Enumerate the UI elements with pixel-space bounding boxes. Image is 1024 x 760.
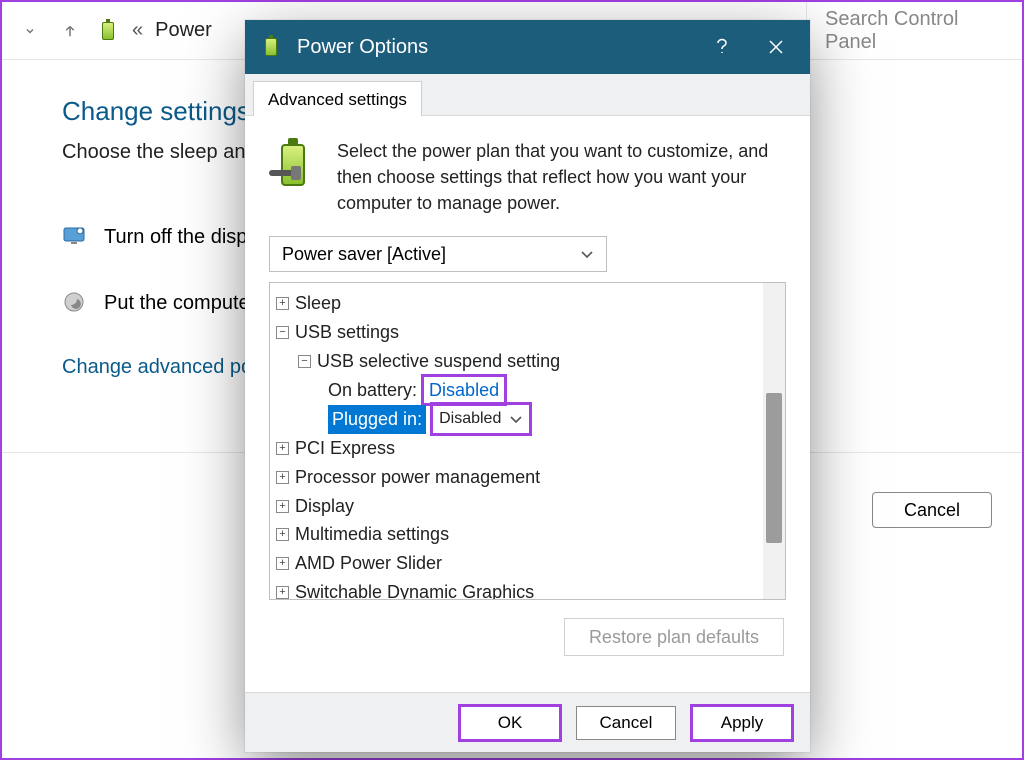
plugged-in-value: Disabled [439, 406, 501, 432]
tree-node-on-battery[interactable]: On battery: Disabled [276, 376, 781, 405]
dialog-intro-text: Select the power plan that you want to c… [337, 138, 786, 216]
nav-back-button[interactable] [16, 17, 44, 45]
dialog-tabbar: Advanced settings [245, 74, 810, 116]
scrollbar-thumb[interactable] [766, 393, 782, 543]
breadcrumb-separator: « [132, 19, 143, 42]
ok-button[interactable]: OK [460, 706, 560, 740]
settings-tree: +Sleep −USB settings −USB selective susp… [269, 282, 786, 600]
power-plan-value: Power saver [Active] [282, 244, 446, 265]
tree-node-switchable-graphics[interactable]: +Switchable Dynamic Graphics [276, 578, 781, 600]
battery-icon [259, 35, 283, 59]
chevron-down-icon [509, 412, 523, 426]
search-input[interactable]: Search Control Panel [806, 2, 1022, 60]
monitor-icon [62, 224, 88, 250]
plugged-in-label: Plugged in: [328, 405, 426, 434]
plugged-in-dropdown[interactable]: Disabled [432, 404, 530, 434]
dialog-content: Select the power plan that you want to c… [245, 116, 810, 656]
tree-node-pci[interactable]: +PCI Express [276, 434, 781, 463]
breadcrumb[interactable]: Power [155, 19, 212, 42]
row-label: Put the computer [104, 292, 256, 315]
tab-advanced-settings[interactable]: Advanced settings [253, 81, 422, 116]
battery-plug-icon [269, 138, 317, 194]
cancel-button[interactable]: Cancel [576, 706, 676, 740]
tree-node-usb-sss[interactable]: −USB selective suspend setting [276, 347, 781, 376]
tree-node-sleep[interactable]: +Sleep [276, 289, 781, 318]
power-plan-select[interactable]: Power saver [Active] [269, 236, 607, 272]
help-button[interactable] [702, 20, 742, 74]
dialog-footer: OK Cancel Apply [245, 692, 810, 752]
apply-button[interactable]: Apply [692, 706, 792, 740]
tree-node-plugged-in[interactable]: Plugged in: Disabled [276, 404, 781, 434]
restore-defaults-button[interactable]: Restore plan defaults [564, 618, 784, 656]
tree-node-usb[interactable]: −USB settings [276, 318, 781, 347]
tree-node-display[interactable]: +Display [276, 492, 781, 521]
nav-up-button[interactable] [56, 17, 84, 45]
power-options-dialog: Power Options Advanced settings Select t… [245, 20, 810, 752]
on-battery-value[interactable]: Disabled [423, 376, 505, 405]
close-button[interactable] [756, 20, 796, 74]
dialog-title: Power Options [297, 36, 688, 59]
row-label: Turn off the displa [104, 226, 263, 249]
cp-cancel-button[interactable]: Cancel [872, 492, 992, 528]
battery-icon [96, 19, 120, 43]
chevron-down-icon [580, 247, 594, 261]
tree-node-processor[interactable]: +Processor power management [276, 463, 781, 492]
tree-scrollbar[interactable] [763, 283, 785, 599]
tree-node-multimedia[interactable]: +Multimedia settings [276, 520, 781, 549]
tree-node-amd-slider[interactable]: +AMD Power Slider [276, 549, 781, 578]
sleep-icon [62, 290, 88, 316]
dialog-titlebar: Power Options [245, 20, 810, 74]
